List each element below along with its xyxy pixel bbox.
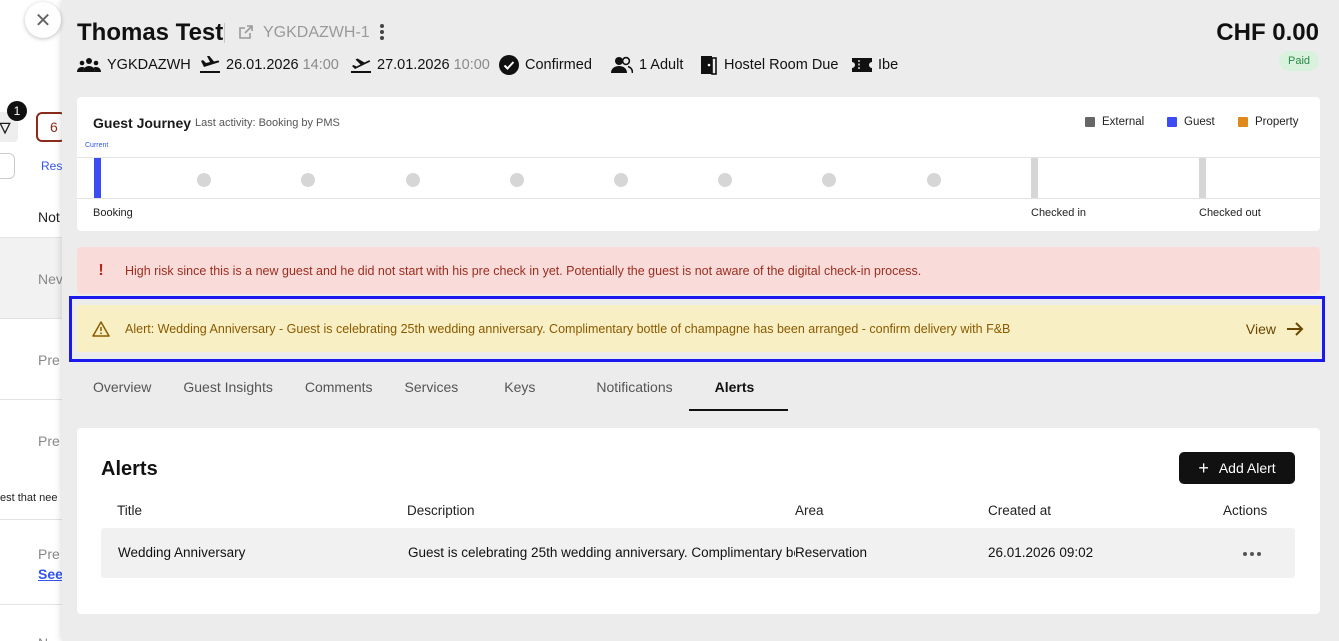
people-icon	[611, 56, 633, 74]
list-item[interactable]: Pre	[0, 520, 62, 605]
guest-count: 1 Adult	[611, 54, 683, 76]
divider	[224, 23, 225, 43]
journey-step[interactable]	[822, 173, 836, 187]
page-title: Thomas Test	[77, 19, 224, 46]
plane-takeoff-icon	[351, 58, 371, 73]
journey-step[interactable]	[614, 173, 628, 187]
current-step-bar[interactable]	[94, 158, 101, 198]
plus-icon: +	[1198, 457, 1209, 478]
guest-journey-card: Guest Journey Last activity: Booking by …	[77, 97, 1320, 231]
legend-external: External	[1085, 116, 1144, 128]
arrow-right-icon	[1287, 321, 1304, 336]
view-label: View	[1245, 320, 1276, 337]
tab-services[interactable]: Services	[389, 370, 475, 411]
risk-banner: ! High risk since this is a new guest an…	[77, 247, 1320, 294]
column-header-description: Description	[407, 503, 475, 518]
tab-overview[interactable]: Overview	[77, 370, 167, 411]
warning-icon	[77, 320, 125, 337]
column-header-area: Area	[795, 503, 824, 518]
tab-guest-insights[interactable]: Guest Insights	[167, 370, 289, 411]
list-item[interactable]: Not	[0, 196, 62, 238]
alert-message: Alert: Wedding Anniversary - Guest is ce…	[125, 321, 1011, 336]
list-item[interactable]: Nev	[0, 238, 62, 319]
journey-step[interactable]	[927, 173, 941, 187]
journey-timeline	[77, 157, 1320, 199]
legend-swatch	[1238, 117, 1248, 127]
risk-message: High risk since this is a new guest and …	[125, 263, 922, 278]
journey-step[interactable]	[406, 173, 420, 187]
tab-alerts[interactable]: Alerts	[688, 370, 789, 411]
count-chip[interactable]: 6	[36, 112, 62, 142]
legend-swatch	[1085, 117, 1095, 127]
alert-description: Guest is celebrating 25th wedding annive…	[408, 545, 795, 560]
background-list: ▽ 1 6 Res Not Nev Pre Pre est that nee P…	[0, 0, 62, 641]
journey-title: Guest Journey	[93, 115, 192, 131]
door-icon	[701, 56, 717, 75]
reservation-panel: Thomas Test YGKDAZWH-1 CHF 0.00 Paid YGK…	[62, 0, 1339, 641]
background-link[interactable]: Res	[41, 159, 62, 173]
add-alert-button[interactable]: + Add Alert	[1179, 452, 1295, 484]
journey-step[interactable]	[510, 173, 524, 187]
legend-guest: Guest	[1167, 116, 1215, 128]
checked-out-bar[interactable]	[1199, 158, 1206, 198]
legend-swatch	[1167, 117, 1177, 127]
tab-comments[interactable]: Comments	[289, 370, 389, 411]
status-badge: Paid	[1279, 51, 1319, 71]
checked-in-bar[interactable]	[1031, 158, 1038, 198]
exclamation-icon: !	[98, 261, 104, 279]
add-alert-label: Add Alert	[1218, 460, 1276, 476]
checked-out-label: Checked out	[1199, 207, 1261, 219]
column-header-title: Title	[117, 503, 143, 518]
departure-info: 27.01.2026 10:00	[351, 54, 490, 76]
list-item[interactable]: Pre	[0, 319, 62, 400]
row-actions-icon[interactable]	[1243, 552, 1261, 556]
plane-landing-icon	[200, 56, 220, 73]
last-activity: Last activity: Booking by PMS	[195, 117, 340, 129]
section-title: Alerts	[101, 458, 158, 480]
alert-created-at: 26.01.2026 09:02	[988, 545, 1094, 560]
more-options-icon[interactable]	[378, 22, 386, 42]
journey-step[interactable]	[197, 173, 211, 187]
close-icon[interactable]: ✕	[25, 2, 61, 38]
current-marker-label: Current	[85, 142, 109, 149]
alert-area: Reservation	[795, 545, 868, 560]
group-code: YGKDAZWH	[77, 54, 191, 76]
view-alert-button[interactable]: View	[1246, 321, 1304, 337]
column-header-actions: Actions	[1223, 503, 1268, 518]
list-item-text: est that nee	[0, 492, 58, 504]
booking-code: YGKDAZWH-1	[263, 24, 370, 41]
booking-label: Booking	[93, 207, 133, 219]
group-icon	[77, 58, 101, 72]
channel-info: Ibe	[852, 54, 898, 76]
ticket-icon	[852, 58, 872, 72]
legend-property: Property	[1238, 116, 1298, 128]
journey-step[interactable]	[301, 173, 315, 187]
external-link-icon[interactable]	[238, 24, 254, 40]
list-item[interactable]: N	[0, 605, 62, 641]
alert-banner: Alert: Wedding Anniversary - Guest is ce…	[77, 305, 1320, 352]
check-circle-icon	[499, 55, 519, 75]
checked-in-label: Checked in	[1031, 207, 1087, 219]
see-link[interactable]: See	[38, 566, 62, 582]
alert-title: Wedding Anniversary	[118, 545, 246, 560]
arrival-info: 26.01.2026 14:00	[200, 54, 339, 76]
journey-step[interactable]	[718, 173, 732, 187]
alerts-card: Alerts + Add Alert Title Description Are…	[77, 428, 1320, 614]
tab-bar: Overview Guest Insights Comments Service…	[77, 370, 789, 411]
tab-keys[interactable]: Keys	[474, 370, 580, 411]
room-info: Hostel Room Due	[700, 54, 838, 76]
filter-count-badge: 1	[7, 101, 27, 121]
booking-status: Confirmed	[499, 54, 592, 76]
tab-notifications[interactable]: Notifications	[580, 370, 688, 411]
total-price: CHF 0.00	[1216, 19, 1319, 46]
background-search-input[interactable]	[0, 153, 15, 179]
column-header-created-at: Created at	[988, 503, 1052, 518]
table-row[interactable]: Wedding Anniversary Guest is celebrating…	[101, 528, 1295, 578]
